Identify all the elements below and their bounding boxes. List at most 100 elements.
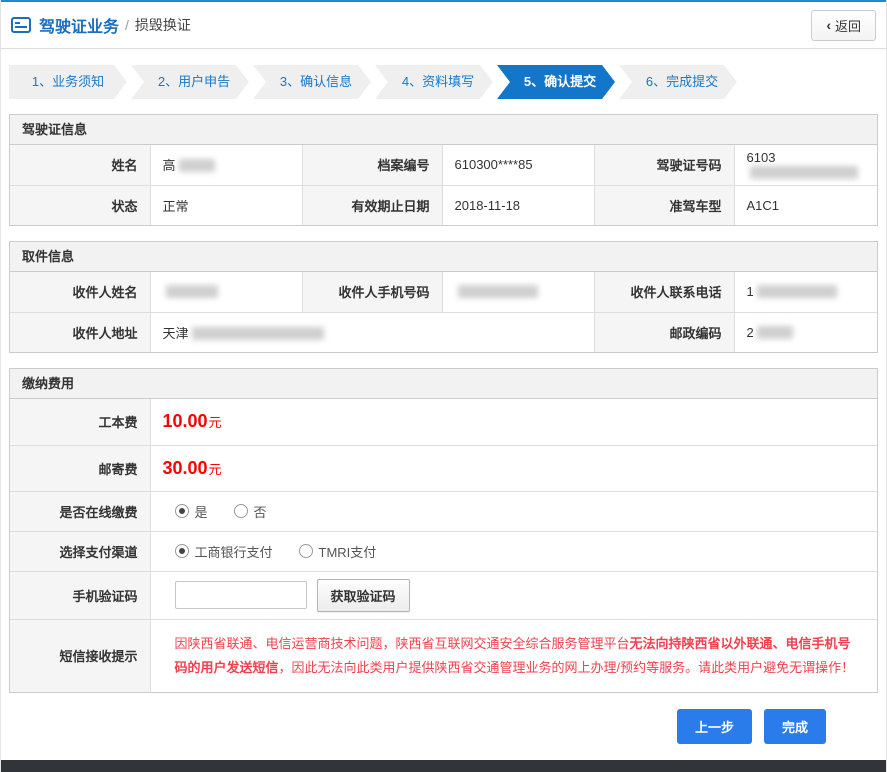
base-fee-amount: 10.00	[162, 411, 208, 432]
value-text: 高	[162, 158, 176, 174]
value-text: 6103	[746, 149, 776, 165]
field-value-license-number: 6103	[733, 145, 877, 186]
license-info-section: 驾驶证信息 姓名 高 档案编号 610300****85 驾驶证号码 6103 …	[9, 114, 878, 226]
step-3-confirm-info: 3、确认信息	[253, 65, 371, 99]
table-row: 状态 正常 有效期止日期 2018-11-18 准驾车型 A1C1	[10, 184, 877, 225]
field-value-mail-fee: 30.00元	[149, 444, 877, 492]
back-button[interactable]: ‹ 返回	[811, 9, 876, 41]
field-value-recipient-mobile	[441, 272, 595, 313]
table-row: 收件人地址 天津 邮政编码 2	[10, 311, 877, 352]
redacted-value	[756, 325, 793, 339]
channel-icbc-option[interactable]: 工商银行支付	[174, 542, 273, 561]
step-1-business-notice: 1、业务须知	[9, 65, 127, 99]
fees-section: 缴纳费用 工本费 10.00元 邮寄费 30.00元 是否在线缴费 是 否 选择…	[9, 368, 878, 693]
radio-label: 是	[194, 504, 208, 520]
value-text: 2018-11-18	[454, 197, 521, 213]
redacted-value	[749, 165, 858, 179]
section-title: 驾驶证信息	[10, 115, 877, 145]
step-6-finish-submit: 6、完成提交	[619, 65, 737, 99]
radio-unchecked-icon[interactable]	[233, 504, 248, 518]
field-label-sms-notice: 短信接收提示	[10, 618, 151, 692]
radio-label: TMRI支付	[318, 544, 377, 560]
field-label-postal-code: 邮政编码	[593, 311, 735, 352]
field-value-vehicle-class: A1C1	[733, 184, 877, 225]
step-2-user-declaration: 2、用户申告	[131, 65, 249, 99]
step-5-confirm-submit: 5、确认提交	[497, 65, 615, 99]
field-label-license-number: 驾驶证号码	[593, 145, 735, 186]
table-row: 手机验证码 获取验证码	[10, 570, 877, 620]
field-value-recipient-name	[149, 272, 303, 313]
step-wizard: 1、业务须知 2、用户申告 3、确认信息 4、资料填写 5、确认提交 6、完成提…	[9, 65, 878, 99]
field-label-status: 状态	[10, 184, 151, 225]
warning-text-normal: ，因此无法向此类用户提供陕西省交通管理业务的网上办理/预约等服务。请此类用户避免…	[278, 659, 855, 675]
field-value-captcha: 获取验证码	[149, 570, 877, 620]
field-label-online-pay: 是否在线缴费	[10, 490, 151, 532]
pickup-info-section: 取件信息 收件人姓名 收件人手机号码 收件人联系电话 1 收件人地址 天津 邮政…	[9, 241, 878, 353]
table-row: 短信接收提示 因陕西省联通、电信运营商技术问题，陕西省互联网交通安全综合服务管理…	[10, 618, 878, 692]
radio-checked-icon[interactable]	[174, 544, 189, 558]
value-text: 1	[746, 284, 754, 300]
field-value-pay-channel: 工商银行支付 TMRI支付	[149, 530, 877, 572]
chevron-left-icon: ‹	[826, 17, 831, 33]
field-label-recipient-phone: 收件人联系电话	[593, 272, 735, 313]
back-button-label: 返回	[834, 18, 861, 34]
table-row: 姓名 高 档案编号 610300****85 驾驶证号码 6103	[10, 145, 877, 186]
fees-table: 工本费 10.00元 邮寄费 30.00元 是否在线缴费 是 否 选择支付渠道 …	[10, 399, 877, 692]
get-captcha-button[interactable]: 获取验证码	[316, 578, 410, 612]
value-text: 正常	[162, 198, 189, 214]
field-label-captcha: 手机验证码	[10, 570, 151, 620]
fee-unit: 元	[208, 415, 222, 431]
field-label-base-fee: 工本费	[10, 399, 151, 446]
field-value-online-pay: 是 否	[149, 490, 877, 532]
section-title: 取件信息	[10, 242, 877, 272]
section-title: 缴纳费用	[10, 369, 877, 399]
finish-button[interactable]: 完成	[763, 708, 826, 744]
field-value-recipient-address: 天津	[149, 311, 595, 352]
field-value-postal-code: 2	[733, 311, 877, 352]
radio-label: 否	[253, 504, 267, 520]
field-value-sms-notice: 因陕西省联通、电信运营商技术问题，陕西省互联网交通安全综合服务管理平台无法向持陕…	[149, 618, 878, 692]
radio-checked-icon[interactable]	[174, 504, 189, 518]
redacted-value	[178, 159, 215, 173]
breadcrumb-separator: /	[125, 17, 129, 33]
online-pay-yes-option[interactable]: 是	[174, 502, 208, 521]
captcha-input[interactable]	[174, 581, 307, 609]
sms-warning-text: 因陕西省联通、电信运营商技术问题，陕西省互联网交通安全综合服务管理平台无法向持陕…	[163, 620, 878, 692]
field-value-name: 高	[149, 145, 303, 186]
field-label-recipient-mobile: 收件人手机号码	[301, 272, 443, 313]
page-title: 驾驶证业务	[39, 19, 120, 36]
field-label-recipient-address: 收件人地址	[10, 311, 151, 352]
redacted-value	[756, 285, 837, 299]
pickup-info-table: 收件人姓名 收件人手机号码 收件人联系电话 1 收件人地址 天津 邮政编码 2	[10, 272, 877, 352]
field-value-status: 正常	[149, 184, 303, 225]
page-header: 驾驶证业务 / 损毁换证 ‹ 返回	[1, 2, 886, 49]
field-label-name: 姓名	[10, 145, 151, 186]
table-row: 邮寄费 30.00元	[10, 444, 877, 492]
field-value-recipient-phone: 1	[733, 272, 877, 313]
field-label-recipient-name: 收件人姓名	[10, 272, 151, 313]
redacted-value	[191, 326, 324, 340]
value-text: A1C1	[746, 197, 780, 213]
table-row: 收件人姓名 收件人手机号码 收件人联系电话 1	[10, 272, 877, 313]
previous-step-button[interactable]: 上一步	[676, 708, 752, 744]
online-pay-no-option[interactable]: 否	[233, 502, 267, 521]
value-text: 天津	[162, 325, 189, 341]
table-row: 工本费 10.00元	[10, 399, 877, 446]
table-row: 选择支付渠道 工商银行支付 TMRI支付	[10, 530, 877, 572]
radio-unchecked-icon[interactable]	[298, 544, 313, 558]
step-4-fill-material: 4、资料填写	[375, 65, 493, 99]
field-label-file-number: 档案编号	[301, 145, 443, 186]
field-label-mail-fee: 邮寄费	[10, 444, 151, 492]
field-value-expiry-date: 2018-11-18	[441, 184, 595, 225]
bottom-actions: 上一步 完成	[9, 708, 826, 744]
field-label-vehicle-class: 准驾车型	[593, 184, 735, 225]
fee-unit: 元	[208, 461, 222, 477]
license-info-table: 姓名 高 档案编号 610300****85 驾驶证号码 6103 状态 正常 …	[10, 145, 877, 225]
table-row: 是否在线缴费 是 否	[10, 490, 877, 532]
redacted-value	[165, 285, 218, 299]
id-card-icon	[11, 17, 31, 33]
value-text: 2	[746, 324, 754, 340]
channel-tmri-option[interactable]: TMRI支付	[298, 542, 377, 561]
field-label-pay-channel: 选择支付渠道	[10, 530, 151, 572]
radio-label: 工商银行支付	[194, 544, 273, 560]
